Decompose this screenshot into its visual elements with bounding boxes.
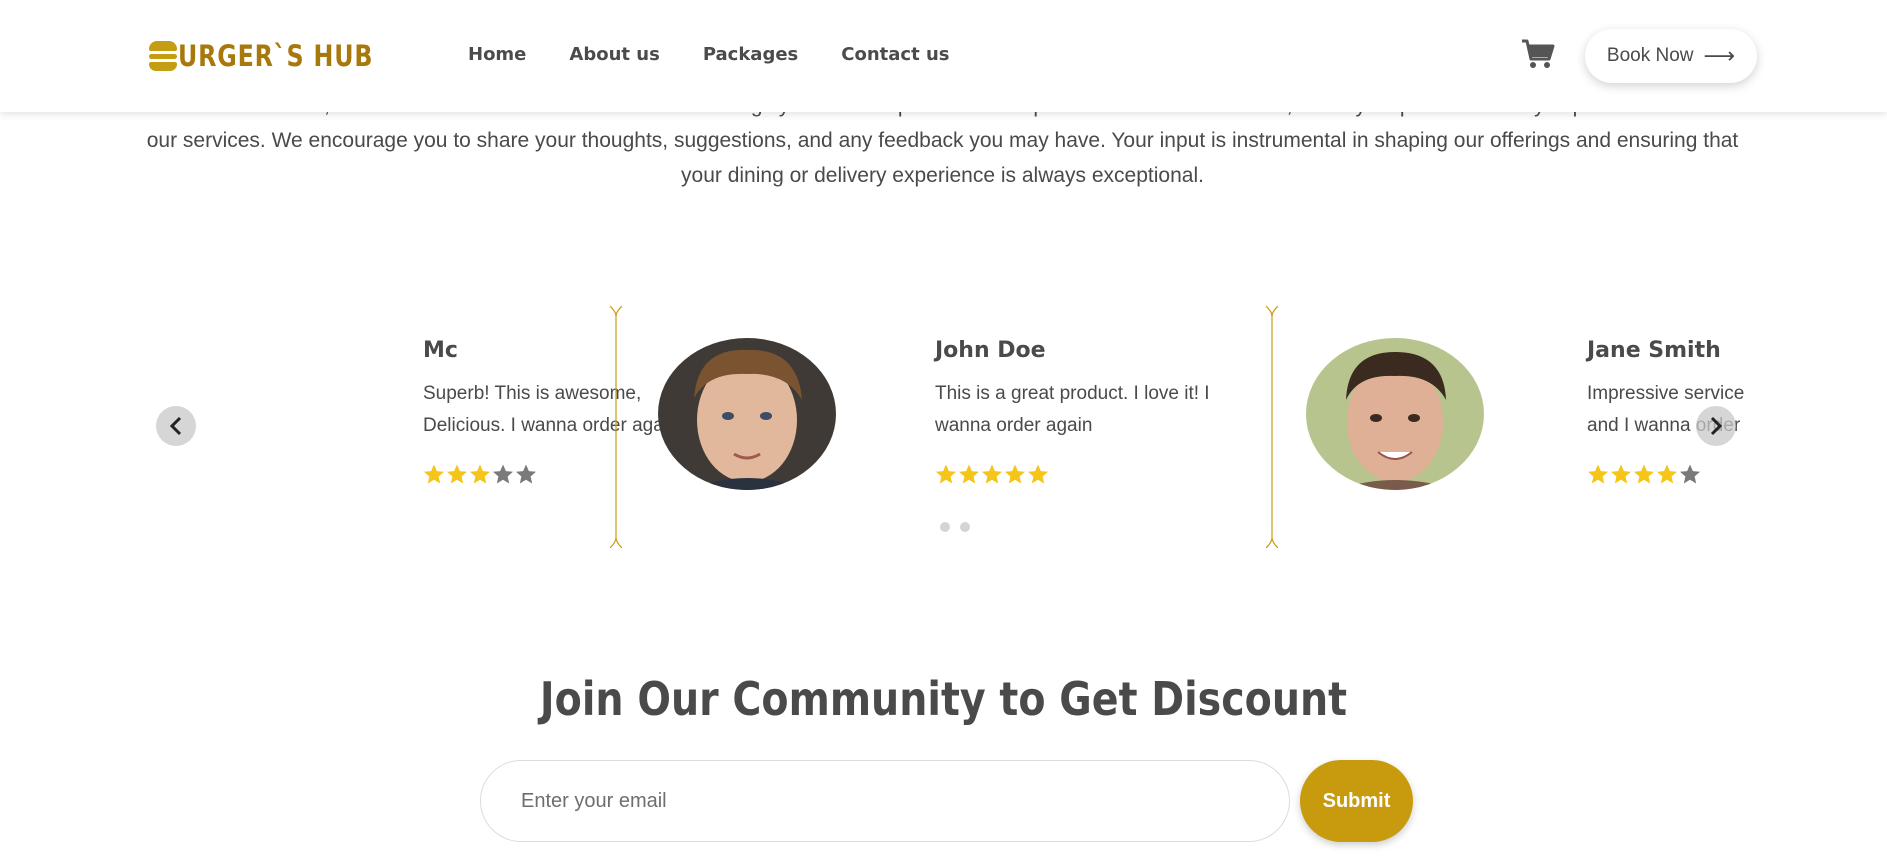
rating-stars: [1587, 463, 1702, 490]
star-empty-icon: [515, 463, 538, 490]
burger-logo-icon: [149, 41, 177, 71]
star-empty-icon: [1679, 463, 1702, 490]
testimonial-card: John Doe This is a great product. I love…: [658, 300, 1258, 560]
slider-dots: [940, 522, 980, 532]
nav-about-us[interactable]: About us: [569, 44, 659, 65]
star-filled-icon: [423, 463, 446, 490]
logo[interactable]: URGER`S HUB: [149, 38, 416, 74]
testimonial-card: Mc Superb! This is awesome, Delicious. I…: [136, 300, 679, 560]
slider-prev-button[interactable]: [156, 406, 196, 446]
rating-stars: [423, 463, 538, 490]
slide-divider: [609, 305, 623, 549]
testimonial-name: Jane Smith: [1587, 338, 1721, 363]
testimonial-text: This is a great product. I love it! I wa…: [935, 383, 1210, 436]
star-filled-icon: [446, 463, 469, 490]
star-filled-icon: [1027, 463, 1050, 490]
slider-dot[interactable]: [940, 522, 950, 532]
email-field[interactable]: [480, 760, 1290, 842]
testimonial-name: John Doe: [935, 338, 1046, 363]
star-filled-icon: [1587, 463, 1610, 490]
avatar: [658, 338, 836, 490]
community-title: Join Our Community to Get Discount: [539, 672, 1348, 726]
chevron-left-icon: [169, 416, 182, 436]
star-filled-icon: [935, 463, 958, 490]
star-empty-icon: [492, 463, 515, 490]
slide-divider: [1265, 305, 1279, 549]
nav-packages[interactable]: Packages: [703, 44, 798, 65]
submit-button[interactable]: Submit: [1300, 760, 1413, 842]
star-filled-icon: [981, 463, 1004, 490]
chevron-right-icon: [1710, 416, 1723, 436]
rating-stars: [935, 463, 1050, 490]
testimonial-name: Mc: [423, 338, 458, 363]
cart-icon[interactable]: [1521, 38, 1555, 70]
book-now-label: Book Now: [1606, 45, 1694, 66]
star-filled-icon: [1610, 463, 1633, 490]
star-filled-icon: [469, 463, 492, 490]
slider-next-button[interactable]: [1696, 406, 1736, 446]
main-nav: Home About us Packages Contact us: [468, 44, 992, 65]
logo-text: URGER`S HUB: [178, 39, 374, 73]
site-header: URGER`S HUB Home About us Packages Conta…: [0, 0, 1887, 112]
star-filled-icon: [1633, 463, 1656, 490]
star-filled-icon: [958, 463, 981, 490]
star-filled-icon: [1656, 463, 1679, 490]
book-now-button[interactable]: Book Now ⟶: [1585, 29, 1757, 83]
arrow-right-icon: ⟶: [1703, 43, 1736, 68]
slider-dot[interactable]: [960, 522, 970, 532]
nav-home[interactable]: Home: [468, 44, 526, 65]
testimonial-slider: Mc Superb! This is awesome, Delicious. I…: [136, 300, 1756, 560]
star-filled-icon: [1004, 463, 1027, 490]
nav-contact-us[interactable]: Contact us: [841, 44, 949, 65]
avatar: [1306, 338, 1484, 490]
testimonial-card: Jane Smith Impressive service and I wann…: [1306, 300, 1756, 560]
